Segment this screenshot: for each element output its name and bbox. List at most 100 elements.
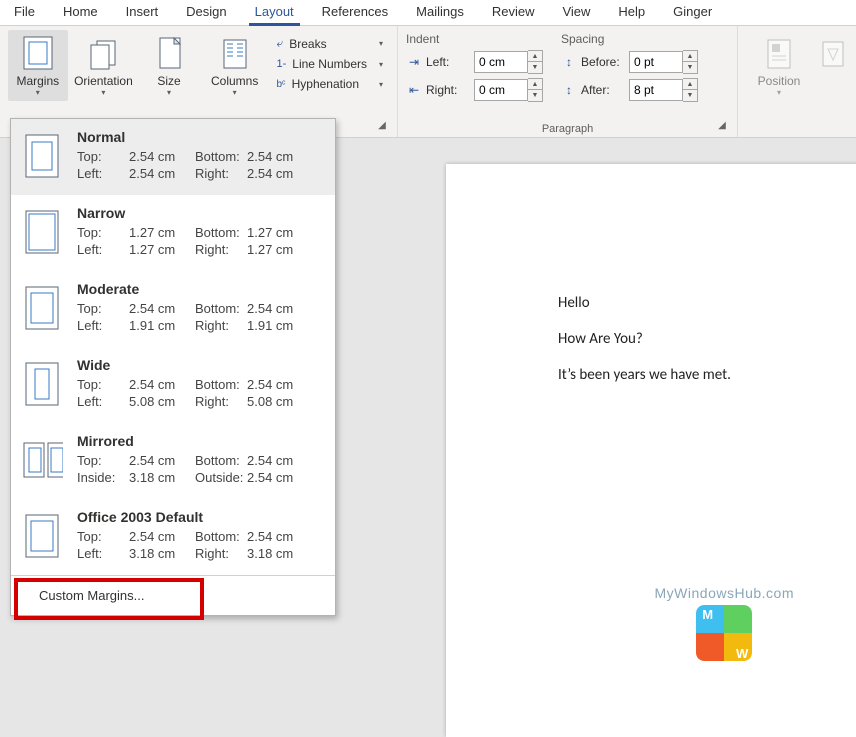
indent-right-label: Right:: [426, 83, 470, 97]
margins-option-narrow[interactable]: NarrowTop:1.27 cmBottom:1.27 cmLeft:1.27…: [11, 195, 335, 271]
line-numbers-button[interactable]: 1-Line Numbers▾: [271, 55, 390, 73]
orientation-label: Orientation: [74, 74, 133, 88]
margins-icon: [21, 34, 55, 72]
position-button: Position▾: [746, 30, 812, 101]
indent-left-input[interactable]: ▲▼: [474, 50, 543, 74]
tab-home[interactable]: Home: [49, 0, 112, 25]
columns-icon: [218, 34, 252, 72]
margins-option-name: Narrow: [77, 205, 325, 221]
wrap-text-button: [818, 30, 848, 76]
margins-preset-icon: [21, 433, 63, 487]
spin-down-icon[interactable]: ▼: [528, 90, 542, 101]
spin-up-icon[interactable]: ▲: [683, 51, 697, 62]
spacing-before-input[interactable]: ▲▼: [629, 50, 698, 74]
line-numbers-icon: 1-: [277, 58, 287, 70]
margins-option-name: Moderate: [77, 281, 325, 297]
margins-preset-icon: [21, 205, 63, 259]
breaks-label: Breaks: [289, 37, 326, 51]
margins-preset-icon: [21, 281, 63, 335]
spacing-after-label: After:: [581, 83, 625, 97]
chevron-down-icon: ▾: [373, 80, 383, 89]
spin-down-icon[interactable]: ▼: [683, 90, 697, 101]
chevron-down-icon: ▾: [74, 88, 133, 97]
hyphenation-icon: bᶜ: [277, 79, 286, 90]
margins-option-name: Wide: [77, 357, 325, 373]
tab-layout[interactable]: Layout: [241, 0, 308, 25]
document-line[interactable]: It’s been years we have met.: [558, 366, 856, 384]
paragraph-dialog-launcher[interactable]: ◢: [715, 121, 729, 135]
line-numbers-label: Line Numbers: [292, 57, 367, 71]
tab-mailings[interactable]: Mailings: [402, 0, 478, 25]
spacing-before-row: ↕ Before: ▲▼: [561, 50, 698, 74]
indent-right-input[interactable]: ▲▼: [474, 78, 543, 102]
spin-up-icon[interactable]: ▲: [528, 79, 542, 90]
margins-option-moderate[interactable]: ModerateTop:2.54 cmBottom:2.54 cmLeft:1.…: [11, 271, 335, 347]
tab-review[interactable]: Review: [478, 0, 549, 25]
custom-margins-item[interactable]: Custom Margins...: [11, 575, 335, 615]
spacing-before-label: Before:: [581, 55, 625, 69]
spacing-after-input[interactable]: ▲▼: [629, 78, 698, 102]
spacing-header: Spacing: [561, 30, 698, 50]
wrap-text-icon: [819, 34, 847, 72]
margins-option-name: Normal: [77, 129, 325, 145]
document-page[interactable]: Hello How Are You? It’s been years we have…: [446, 164, 856, 737]
tab-view[interactable]: View: [548, 0, 604, 25]
spin-down-icon[interactable]: ▼: [683, 62, 697, 73]
spin-up-icon[interactable]: ▲: [683, 79, 697, 90]
orientation-icon: [86, 34, 120, 72]
hyphenation-button[interactable]: bᶜ Hyphenation ▾: [271, 75, 390, 93]
breaks-icon: ⤶: [277, 36, 284, 51]
tab-file[interactable]: File: [0, 0, 49, 25]
spacing-after-row: ↕ After: ▲▼: [561, 78, 698, 102]
columns-button[interactable]: Columns▾: [205, 30, 265, 101]
position-icon: [762, 34, 796, 72]
margins-preset-icon: [21, 129, 63, 183]
spacing-before-icon: ↕: [561, 54, 577, 70]
spin-up-icon[interactable]: ▲: [528, 51, 542, 62]
ribbon-tabs: FileHomeInsertDesignLayoutReferencesMail…: [0, 0, 856, 26]
margins-option-mirrored[interactable]: MirroredTop:2.54 cmBottom:2.54 cmInside:…: [11, 423, 335, 499]
chevron-down-icon: ▾: [373, 39, 383, 48]
spin-down-icon[interactable]: ▼: [528, 62, 542, 73]
tab-ginger[interactable]: Ginger: [659, 0, 726, 25]
size-icon: [152, 34, 186, 72]
margins-preset-icon: [21, 509, 63, 563]
custom-margins-label: Custom Margins...: [11, 576, 144, 615]
document-line[interactable]: How Are You?: [558, 330, 856, 348]
size-button[interactable]: Size▾: [139, 30, 199, 101]
margins-option-wide[interactable]: WideTop:2.54 cmBottom:2.54 cmLeft:5.08 c…: [11, 347, 335, 423]
size-label: Size: [157, 74, 180, 88]
indent-left-icon: ⇥: [406, 54, 422, 70]
margins-label: Margins: [16, 74, 59, 88]
margins-dropdown: NormalTop:2.54 cmBottom:2.54 cmLeft:2.54…: [10, 118, 336, 616]
tab-insert[interactable]: Insert: [112, 0, 173, 25]
tab-help[interactable]: Help: [604, 0, 659, 25]
tab-design[interactable]: Design: [172, 0, 240, 25]
breaks-button[interactable]: ⤶ Breaks ▾: [271, 34, 390, 53]
group-arrange: Position▾: [738, 26, 856, 137]
indent-right-icon: ⇤: [406, 82, 422, 98]
margins-button[interactable]: Margins▾: [8, 30, 68, 101]
tab-references[interactable]: References: [308, 0, 402, 25]
margins-option-normal[interactable]: NormalTop:2.54 cmBottom:2.54 cmLeft:2.54…: [11, 119, 335, 195]
indent-left-label: Left:: [426, 55, 470, 69]
indent-right-row: ⇤ Right: ▲▼: [406, 78, 543, 102]
group-paragraph: Indent ⇥ Left: ▲▼ ⇤ Right: ▲▼ Spacing ↕ …: [398, 26, 738, 137]
document-line[interactable]: Hello: [558, 294, 856, 312]
chevron-down-icon: ▾: [758, 88, 801, 97]
paragraph-group-title: Paragraph: [542, 123, 593, 135]
orientation-button[interactable]: Orientation▾: [74, 30, 134, 101]
spacing-after-icon: ↕: [561, 82, 577, 98]
indent-left-row: ⇥ Left: ▲▼: [406, 50, 543, 74]
indent-header: Indent: [406, 30, 543, 50]
page-setup-dialog-launcher[interactable]: ◢: [375, 121, 389, 135]
hyphenation-label: Hyphenation: [292, 77, 359, 91]
position-label: Position: [758, 74, 801, 88]
margins-option-office-2003-default[interactable]: Office 2003 DefaultTop:2.54 cmBottom:2.5…: [11, 499, 335, 575]
chevron-down-icon: ▾: [211, 88, 258, 97]
margins-option-name: Mirrored: [77, 433, 325, 449]
margins-preset-icon: [21, 357, 63, 411]
columns-label: Columns: [211, 74, 258, 88]
margins-option-name: Office 2003 Default: [77, 509, 325, 525]
chevron-down-icon: ▾: [157, 88, 180, 97]
